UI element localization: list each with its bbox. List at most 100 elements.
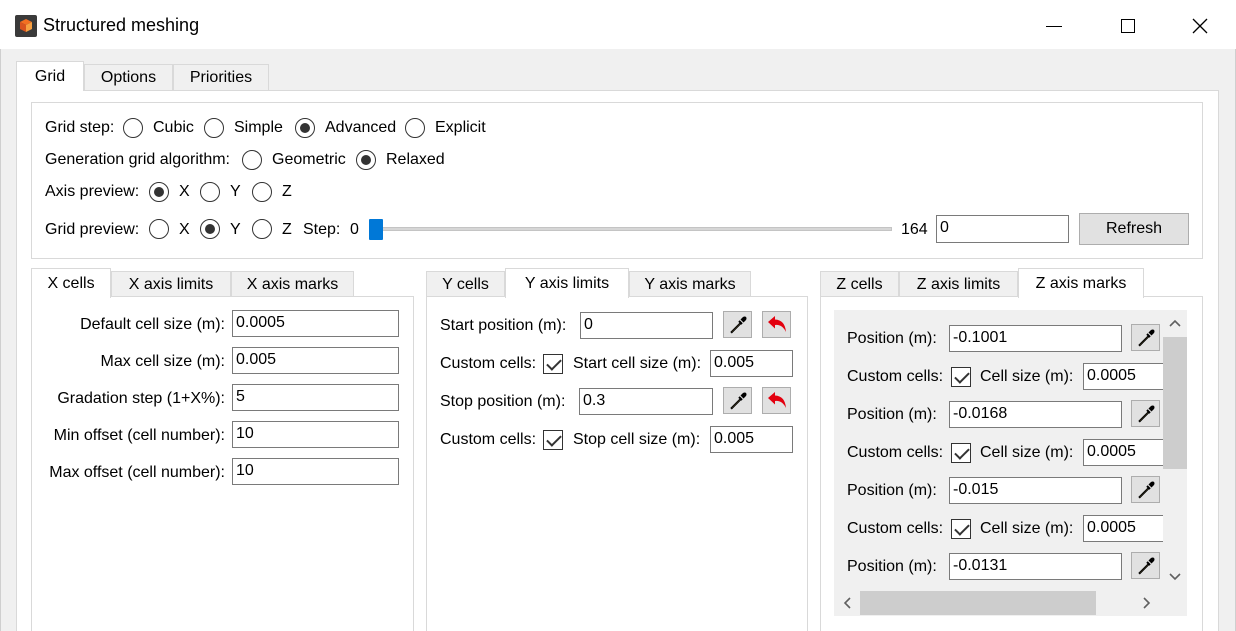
- algorithm-relaxed-label: Relaxed: [386, 151, 445, 168]
- axis-preview-x-radio[interactable]: [149, 182, 169, 202]
- z-mark-3-position-label: Position (m):: [847, 482, 937, 499]
- stop-cell-size-label: Stop cell size (m):: [573, 431, 701, 448]
- tab-grid[interactable]: Grid: [16, 61, 84, 91]
- grid-step-cubic-label: Cubic: [153, 119, 194, 136]
- start-custom-cells-checkbox[interactable]: [543, 354, 563, 374]
- z-mark-4-pick-button[interactable]: [1131, 552, 1160, 579]
- min-offset-input[interactable]: 10: [232, 421, 399, 448]
- stop-custom-cells-label: Custom cells:: [440, 431, 537, 448]
- grid-preview-x-radio[interactable]: [149, 219, 169, 239]
- axis-preview-x-label: X: [179, 183, 190, 200]
- close-button[interactable]: [1180, 9, 1220, 43]
- refresh-button-label: Refresh: [1105, 220, 1163, 237]
- tab-x-axis-marks-label: X axis marks: [246, 275, 339, 293]
- eyedropper-icon: [1137, 481, 1154, 499]
- axis-preview-z-radio[interactable]: [252, 182, 272, 202]
- start-position-reset-button[interactable]: [762, 311, 791, 338]
- algorithm-relaxed-radio[interactable]: [356, 150, 376, 170]
- stop-position-input[interactable]: 0.3: [579, 388, 713, 415]
- grid-preview-x-label: X: [179, 221, 190, 238]
- max-offset-input[interactable]: 10: [232, 458, 399, 485]
- stop-position-label: Stop position (m):: [440, 393, 566, 410]
- step-slider-track[interactable]: [369, 227, 892, 231]
- z-mark-2-custom-label: Custom cells:: [847, 444, 944, 461]
- start-position-input[interactable]: 0: [580, 312, 713, 339]
- z-mark-3-cell-size-input[interactable]: 0.0005: [1083, 515, 1163, 542]
- tab-y-axis-limits[interactable]: Y axis limits: [505, 268, 629, 298]
- eyedropper-icon: [729, 392, 746, 410]
- tab-z-axis-marks-label: Z axis marks: [1035, 274, 1127, 292]
- tab-y-cells[interactable]: Y cells: [426, 271, 505, 298]
- tab-z-axis-marks[interactable]: Z axis marks: [1018, 268, 1144, 298]
- start-cell-size-input[interactable]: 0.005: [710, 350, 793, 377]
- chevron-left-icon[interactable]: [842, 597, 852, 609]
- z-mark-1-pick-button[interactable]: [1131, 324, 1160, 351]
- tab-x-axis-limits[interactable]: X axis limits: [111, 271, 231, 298]
- stop-cell-size-input[interactable]: 0.005: [710, 426, 793, 453]
- algorithm-geometric-radio[interactable]: [242, 150, 262, 170]
- minimize-button[interactable]: [1034, 9, 1074, 43]
- z-mark-3-pick-button[interactable]: [1131, 476, 1160, 503]
- z-mark-2-position-label: Position (m):: [847, 406, 937, 423]
- stop-position-pick-button[interactable]: [723, 387, 752, 414]
- axis-preview-y-label: Y: [230, 183, 241, 200]
- z-mark-1-custom-checkbox[interactable]: [951, 367, 971, 387]
- vertical-scroll-thumb[interactable]: [1163, 337, 1187, 469]
- axis-preview-y-radio[interactable]: [200, 182, 220, 202]
- tab-z-cells-label: Z cells: [836, 275, 883, 293]
- tab-priorities[interactable]: Priorities: [173, 64, 269, 91]
- z-mark-3-custom-label: Custom cells:: [847, 520, 944, 537]
- chevron-up-icon[interactable]: [1169, 318, 1181, 328]
- z-mark-3-custom-checkbox[interactable]: [951, 519, 971, 539]
- z-mark-2-cell-size-input[interactable]: 0.0005: [1083, 439, 1163, 466]
- tab-x-cells[interactable]: X cells: [31, 268, 111, 298]
- tab-z-axis-limits[interactable]: Z axis limits: [899, 271, 1018, 298]
- start-custom-cells-label: Custom cells:: [440, 355, 537, 372]
- maximize-button[interactable]: [1108, 9, 1148, 43]
- z-mark-1-position-input[interactable]: -0.1001: [949, 325, 1122, 352]
- grid-step-advanced-radio[interactable]: [295, 118, 315, 138]
- z-mark-4-position-input[interactable]: -0.0131: [949, 553, 1122, 580]
- undo-arrow-icon: [767, 315, 786, 332]
- refresh-button[interactable]: Refresh: [1079, 213, 1189, 245]
- step-value-input[interactable]: 0: [936, 215, 1069, 243]
- gradation-step-label: Gradation step (1+X%):: [57, 390, 225, 407]
- step-label: Step:: [303, 221, 341, 238]
- default-cell-size-input[interactable]: 0.0005: [232, 310, 399, 337]
- app-logo-icon: [14, 14, 38, 38]
- z-mark-2-position-input[interactable]: -0.0168: [949, 401, 1122, 428]
- axis-preview-label: Axis preview:: [45, 183, 140, 200]
- grid-step-simple-radio[interactable]: [204, 118, 224, 138]
- tab-x-axis-marks[interactable]: X axis marks: [231, 271, 354, 298]
- slider-max-label: 164: [901, 221, 928, 238]
- max-cell-size-input[interactable]: 0.005: [232, 347, 399, 374]
- step-slider-thumb[interactable]: [369, 219, 383, 240]
- chevron-right-icon[interactable]: [1142, 597, 1152, 609]
- grid-step-cubic-radio[interactable]: [123, 118, 143, 138]
- gradation-step-input[interactable]: 5: [232, 384, 399, 411]
- grid-preview-z-radio[interactable]: [252, 219, 272, 239]
- start-position-pick-button[interactable]: [723, 311, 752, 338]
- axis-preview-z-label: Z: [282, 183, 292, 200]
- z-marks-horizontal-scrollbar[interactable]: [834, 590, 1187, 616]
- z-mark-2-pick-button[interactable]: [1131, 400, 1160, 427]
- stop-position-reset-button[interactable]: [762, 387, 791, 414]
- min-offset-label: Min offset (cell number):: [53, 427, 225, 444]
- tab-options[interactable]: Options: [84, 64, 173, 91]
- eyedropper-icon: [1137, 557, 1154, 575]
- tab-y-axis-marks[interactable]: Y axis marks: [629, 271, 751, 298]
- z-mark-1-cell-size-input[interactable]: 0.0005: [1083, 363, 1163, 390]
- grid-preview-y-radio[interactable]: [200, 219, 220, 239]
- stop-custom-cells-checkbox[interactable]: [543, 430, 563, 450]
- z-marks-vertical-scrollbar[interactable]: [1163, 310, 1187, 590]
- tab-z-cells[interactable]: Z cells: [820, 271, 899, 298]
- grid-step-explicit-radio[interactable]: [405, 118, 425, 138]
- horizontal-scroll-thumb[interactable]: [860, 591, 1096, 615]
- chevron-down-icon[interactable]: [1169, 572, 1181, 582]
- grid-step-explicit-label: Explicit: [435, 119, 486, 136]
- z-mark-1-cell-size-label: Cell size (m):: [980, 368, 1074, 385]
- z-mark-3-position-input[interactable]: -0.015: [949, 477, 1122, 504]
- z-mark-1-position-label: Position (m):: [847, 330, 937, 347]
- z-mark-2-custom-checkbox[interactable]: [951, 443, 971, 463]
- z-mark-1-custom-label: Custom cells:: [847, 368, 944, 385]
